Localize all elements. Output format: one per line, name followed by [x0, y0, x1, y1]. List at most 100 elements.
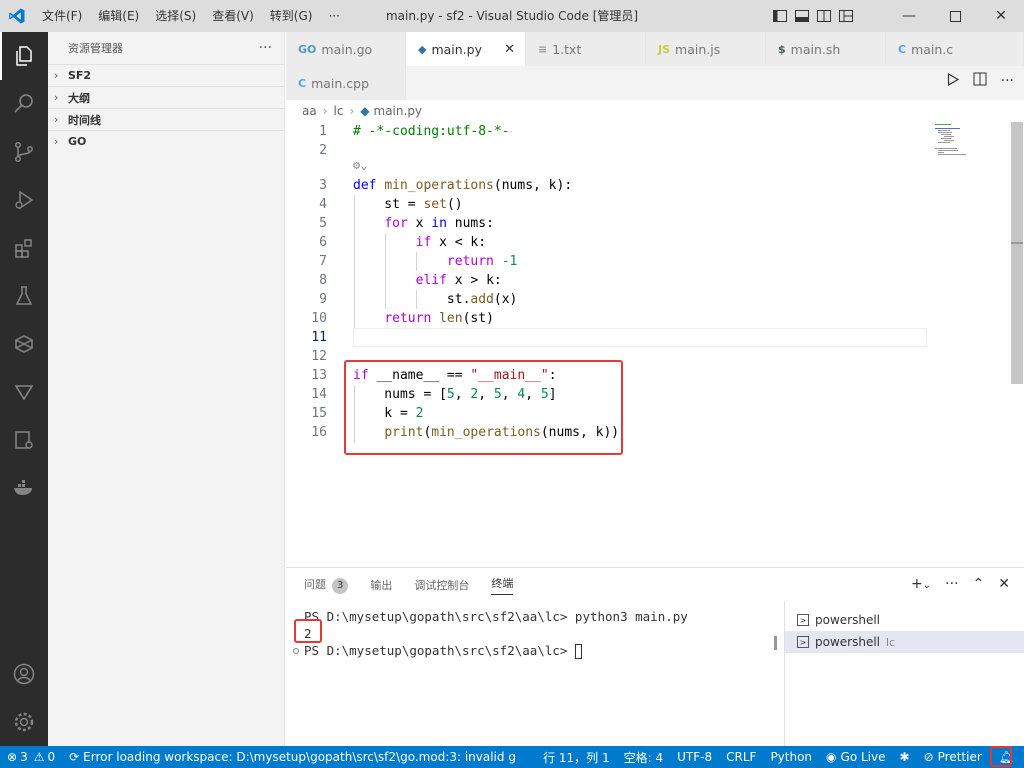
tab-output[interactable]: 输出 [370, 577, 392, 593]
language-mode[interactable]: Python [763, 746, 819, 768]
close-window-icon[interactable]: ✕ [978, 0, 1024, 32]
maximize-icon[interactable] [932, 0, 978, 32]
highlight-box [990, 746, 1012, 767]
go-live-button[interactable]: ◉ Go Live [819, 746, 892, 768]
line-number: 13 [311, 368, 327, 383]
code-line: if x < k: [415, 235, 487, 250]
chevron-right-icon: › [54, 91, 59, 104]
terminal-scrollbar[interactable] [774, 636, 777, 650]
tab-1-txt[interactable]: ≡ 1.txt [526, 32, 646, 66]
terminal-list-item[interactable]: > powershell lc [785, 631, 1024, 653]
gitlens-icon[interactable] [0, 368, 48, 416]
menu-selection[interactable]: 选择(S) [147, 0, 204, 32]
sidebar-section-sf2[interactable]: › SF2 [48, 64, 284, 86]
close-tab-icon[interactable]: ✕ [504, 42, 515, 57]
testing-icon[interactable] [0, 272, 48, 320]
c-file-icon: C [898, 42, 907, 56]
menu-file[interactable]: 文件(F) [34, 0, 90, 32]
breadcrumb-item[interactable]: aa [302, 104, 317, 118]
minimap[interactable] [932, 122, 977, 162]
maximize-panel-icon[interactable]: ⌃ [973, 576, 985, 592]
tab-main-go[interactable]: GO main.go [286, 32, 406, 66]
remote-explorer-icon[interactable] [0, 320, 48, 368]
terminal-output[interactable]: PS D:\mysetup\gopath\src\sf2\aa\lc> pyth… [304, 608, 774, 659]
tab-main-js[interactable]: JS main.js [646, 32, 766, 66]
editor-actions: ··· [947, 72, 1014, 89]
new-terminal-icon[interactable]: +⌄ [911, 576, 931, 592]
minimize-icon[interactable]: — [886, 0, 932, 32]
menu-more[interactable]: ··· [320, 0, 347, 32]
run-python-icon[interactable] [947, 72, 959, 89]
vscode-logo-icon[interactable] [0, 0, 34, 32]
problems-status[interactable]: ⊗ 3 ⚠ 0 [0, 746, 62, 768]
run-debug-icon[interactable] [0, 176, 48, 224]
cursor-position[interactable]: 行 11，列 1 [536, 746, 617, 768]
workspace-error-status[interactable]: ⟳ Error loading workspace: D:\mysetup\gop… [62, 746, 523, 768]
more-actions-icon[interactable]: ··· [945, 576, 958, 592]
line-ending[interactable]: CRLF [719, 746, 763, 768]
prettier-status[interactable]: ⊘ Prettier [917, 746, 989, 768]
remote-status[interactable]: ✱ [893, 746, 917, 768]
menu-view[interactable]: 查看(V) [204, 0, 262, 32]
more-actions-icon[interactable]: ··· [1001, 73, 1014, 89]
sidebar-header: 资源管理器 ··· [48, 32, 284, 64]
current-line-highlight [353, 328, 927, 347]
explorer-icon[interactable] [0, 32, 48, 80]
tab-terminal[interactable]: 终端 [491, 575, 514, 595]
close-panel-icon[interactable]: ✕ [998, 576, 1010, 592]
terminal-line: PS D:\mysetup\gopath\src\sf2\aa\lc> pyth… [304, 609, 688, 624]
title-bar: 文件(F) 编辑(E) 选择(S) 查看(V) 转到(G) ··· main.p… [0, 0, 1024, 32]
breadcrumb-item[interactable]: main.py [374, 104, 423, 118]
code-line: for x in nums: [384, 216, 494, 231]
tab-main-c[interactable]: Cmain.c [886, 32, 1024, 66]
line-number: 10 [311, 311, 327, 326]
code-line: st.add(x) [353, 292, 518, 307]
codelens-icon[interactable]: ⚙⌄ [353, 158, 367, 172]
breadcrumb-item[interactable]: lc [334, 104, 344, 118]
docker-icon[interactable] [0, 464, 48, 512]
encoding[interactable]: UTF-8 [670, 746, 719, 768]
toggle-secondary-sidebar-icon[interactable] [816, 8, 832, 24]
toggle-panel-icon[interactable] [794, 8, 810, 24]
editor-scrollbar-thumb[interactable] [1011, 122, 1023, 384]
terminal-icon: > [797, 636, 809, 648]
terminal-icon: > [797, 614, 809, 626]
search-icon[interactable] [0, 80, 48, 128]
source-control-icon[interactable] [0, 128, 48, 176]
sidebar-section-timeline[interactable]: › 时间线 [48, 108, 284, 130]
extensions-icon[interactable] [0, 224, 48, 272]
menu-edit[interactable]: 编辑(E) [90, 0, 147, 32]
indentation[interactable]: 空格: 4 [617, 746, 671, 768]
tab-label: 1.txt [552, 41, 582, 57]
toggle-sidebar-icon[interactable] [772, 8, 788, 24]
terminal-cursor [574, 644, 582, 659]
menu-go[interactable]: 转到(G) [262, 0, 321, 32]
sidebar-more-button[interactable]: ··· [259, 40, 272, 56]
terminal-list-item[interactable]: > powershell [785, 609, 1024, 631]
remote-window-icon[interactable] [0, 416, 48, 464]
section-label: 时间线 [68, 113, 101, 127]
customize-layout-icon[interactable] [838, 8, 854, 24]
tab-label: main.py [431, 41, 483, 57]
broadcast-icon: ◉ [826, 750, 837, 764]
code-editor[interactable]: 1 2 3 4 5 6 7 8 9 10 11 12 13 14 15 16 #… [286, 122, 1024, 567]
js-file-icon: JS [658, 42, 671, 56]
line-number: 2 [319, 143, 327, 158]
accounts-icon[interactable] [0, 650, 48, 698]
terminal-line: 2 [304, 626, 312, 641]
tab-main-py[interactable]: ◆ main.py ✕ [406, 32, 526, 66]
tab-main-cpp[interactable]: Cmain.cpp [286, 66, 406, 100]
tab-label: main.js [675, 41, 721, 57]
settings-gear-icon[interactable] [0, 698, 48, 746]
tab-problems[interactable]: 问题 3 [304, 576, 349, 594]
line-number: 12 [311, 349, 327, 364]
tab-debug-console[interactable]: 调试控制台 [414, 577, 469, 593]
sidebar-section-outline[interactable]: › 大纲 [48, 86, 284, 108]
prettier-check-icon: ⊘ [923, 750, 934, 764]
scrollbar-marker [1011, 242, 1023, 244]
editor-tabs: GO main.go ◆ main.py ✕ ≡ 1.txt JS main.js $ ma… [286, 32, 1024, 100]
split-editor-icon[interactable] [973, 72, 987, 89]
sidebar-section-go[interactable]: › GO [48, 130, 284, 152]
breadcrumb: aa › lc › ◆ main.py [286, 100, 1024, 122]
tab-main-sh[interactable]: $ main.sh [766, 32, 886, 66]
